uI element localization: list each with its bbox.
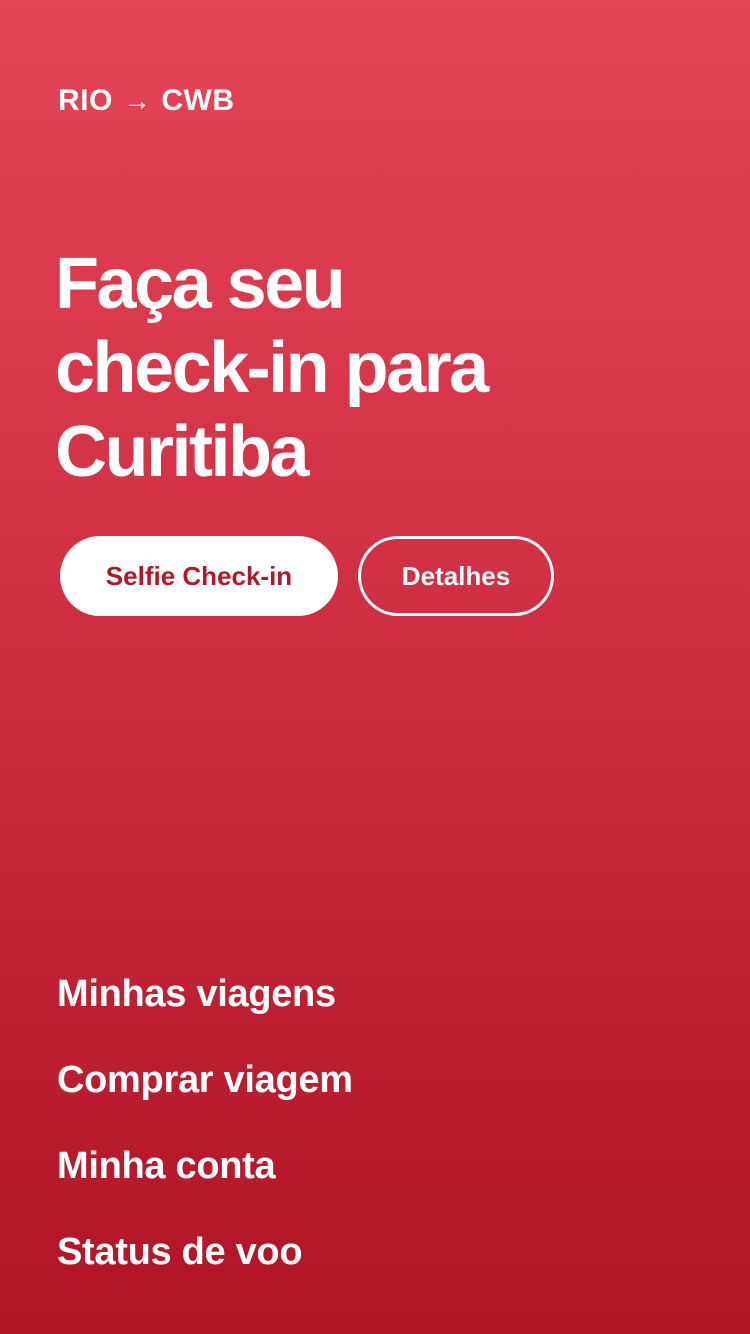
page-title-line-1: Faça seu	[55, 244, 346, 324]
route-origin: RIO	[58, 84, 113, 117]
page-title: Faça seu check-in para Curitiba	[55, 242, 695, 494]
main-menu: Minhas viagens Comprar viagem Minha cont…	[57, 968, 353, 1312]
arrow-right-icon: →	[122, 85, 152, 116]
page-title-line-2: check-in para	[55, 328, 489, 408]
menu-item-my-account[interactable]: Minha conta	[57, 1140, 353, 1226]
action-buttons: Selfie Check-in Detalhes	[60, 536, 554, 616]
route-header: RIO → CWB	[58, 84, 235, 118]
menu-item-my-trips[interactable]: Minhas viagens	[57, 968, 353, 1054]
menu-item-flight-status[interactable]: Status de voo	[57, 1226, 353, 1312]
checkin-screen: RIO → CWB Faça seu check-in para Curitib…	[0, 0, 750, 1334]
menu-item-buy-trip[interactable]: Comprar viagem	[57, 1054, 353, 1140]
selfie-checkin-button[interactable]: Selfie Check-in	[60, 536, 338, 616]
details-button[interactable]: Detalhes	[358, 536, 554, 616]
route-destination: CWB	[161, 84, 235, 117]
page-title-line-3: Curitiba	[55, 412, 310, 492]
